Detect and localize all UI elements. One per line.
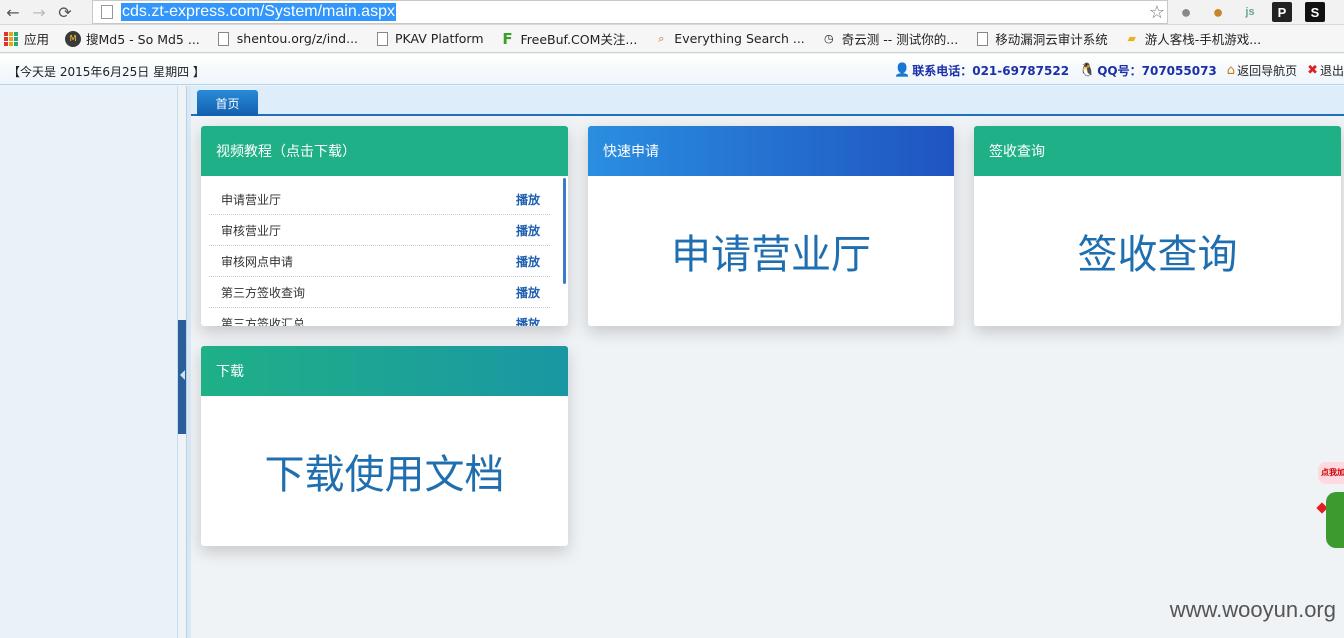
close-icon: ✖ (1307, 63, 1318, 78)
download-card: 下载 下载使用文档 (201, 346, 568, 546)
p-extension-icon[interactable]: P (1272, 2, 1292, 22)
bookmark-label: 应用 (24, 32, 50, 47)
clock-icon: ◷ (823, 32, 834, 45)
list-item: 申请营业厅 播放 (209, 184, 550, 215)
play-link[interactable]: 播放 (516, 222, 540, 239)
play-link[interactable]: 播放 (516, 284, 540, 301)
frame-gutter (186, 86, 191, 638)
page-icon (101, 5, 113, 19)
video-name: 审核营业厅 (221, 223, 282, 238)
bookmark-label: shentou.org/z/ind... (236, 31, 359, 46)
tab-strip: 首页 (191, 86, 1344, 116)
bookmark-label: 奇云测 -- 测试你的... (841, 32, 959, 47)
cactus-mascot-icon (1326, 492, 1344, 548)
list-item: 审核营业厅 播放 (209, 215, 550, 246)
bookmark-shentou[interactable]: shentou.org/z/ind... (216, 31, 358, 47)
forward-arrow-icon[interactable]: → (26, 0, 52, 24)
video-name: 申请营业厅 (221, 192, 282, 207)
apps-grid-icon (4, 31, 18, 46)
address-bar: ← → ⟳ cds.zt-express.com/System/main.asp… (0, 0, 1344, 25)
bookmark-everything[interactable]: ⌕ Everything Search ... (653, 31, 805, 47)
video-card-title: 视频教程（点击下载） (201, 126, 568, 176)
reload-icon[interactable]: ⟳ (52, 0, 78, 24)
cookie-extension-icon[interactable]: ● (1208, 2, 1228, 22)
bookmark-label: FreeBuf.COM关注... (520, 32, 638, 47)
bookmark-qiyunce[interactable]: ◷ 奇云测 -- 测试你的... (821, 29, 958, 48)
left-sidebar (0, 86, 178, 638)
video-tutorial-card: 视频教程（点击下载） 申请营业厅 播放 审核营业厅 播放 审核网点申请 播放 第… (201, 126, 568, 326)
bookmark-youren[interactable]: ▰ 游人客栈-手机游戏... (1124, 29, 1261, 48)
play-link[interactable]: 播放 (516, 253, 540, 270)
bookmark-label: 移动漏洞云审计系统 (995, 32, 1108, 47)
sign-query-link[interactable]: 签收查询 (974, 176, 1341, 326)
home-icon: ⌂ (1226, 63, 1236, 78)
quick-apply-card: 快速申请 申请营业厅 (588, 126, 954, 326)
bookmarks-bar: 应用 M 搜Md5 - So Md5 ... shentou.org/z/ind… (0, 25, 1344, 53)
list-item: 第三方签收汇总 播放 (209, 308, 550, 327)
url-input[interactable]: cds.zt-express.com/System/main.aspx ☆ (92, 0, 1168, 24)
mascot-sign: 点我加 (1318, 462, 1344, 484)
bookmark-freebuf[interactable]: F FreeBuf.COM关注... (500, 29, 638, 48)
current-date: 【今天是 2015年6月25日 星期四 】 (8, 65, 205, 79)
video-list[interactable]: 申请营业厅 播放 审核营业厅 播放 审核网点申请 播放 第三方签收查询 播放 第… (201, 176, 568, 326)
js-extension-icon[interactable]: js (1240, 2, 1260, 22)
bookmark-label: Everything Search ... (674, 31, 805, 46)
bookmark-label: 游人客栈-手机游戏... (1144, 32, 1262, 47)
url-text: cds.zt-express.com/System/main.aspx (121, 3, 396, 21)
download-title: 下载 (201, 346, 568, 396)
page-icon (374, 31, 390, 47)
phone-contact: 👤 联系电话：021-69787522 (894, 62, 1069, 79)
play-link[interactable]: 播放 (516, 315, 540, 327)
play-link[interactable]: 播放 (516, 191, 540, 208)
qq-contact: 🐧 QQ号：707055073 (1079, 62, 1217, 79)
back-nav-link[interactable]: ⌂ 返回导航页 (1227, 62, 1297, 79)
watermark: www.wooyun.org (1169, 597, 1336, 622)
qq-text: QQ号：707055073 (1097, 64, 1217, 78)
mascot-widget[interactable]: 点我加 (1316, 458, 1344, 548)
user-icon: 👤 (894, 63, 911, 78)
sign-query-title: 签收查询 (974, 126, 1341, 176)
sign-query-card: 签收查询 签收查询 (974, 126, 1341, 326)
bookmark-pkav[interactable]: PKAV Platform (374, 31, 484, 47)
video-name: 第三方签收汇总 (221, 316, 306, 327)
list-item: 审核网点申请 播放 (209, 246, 550, 277)
globe-extension-icon[interactable]: ● (1176, 2, 1196, 22)
bookmark-star-icon[interactable]: ☆ (1149, 2, 1165, 23)
list-item: 第三方签收查询 播放 (209, 277, 550, 308)
info-bar: 【今天是 2015年6月25日 星期四 】 👤 联系电话：021-6978752… (0, 54, 1344, 85)
back-arrow-icon[interactable]: ← (0, 0, 26, 24)
bookmark-somd5[interactable]: M 搜Md5 - So Md5 ... (65, 29, 200, 48)
qq-penguin-icon: 🐧 (1079, 63, 1096, 78)
collapse-arrow-icon[interactable] (180, 370, 185, 380)
tab-home[interactable]: 首页 (197, 90, 258, 116)
page-icon (974, 31, 990, 47)
quick-apply-title: 快速申请 (588, 126, 954, 176)
md5-icon: M (65, 30, 82, 47)
s-extension-icon[interactable]: S (1305, 2, 1325, 22)
freebuf-icon: F (502, 29, 513, 48)
list-scrollbar[interactable] (563, 178, 566, 284)
bookmark-apps[interactable]: 应用 (4, 29, 49, 48)
folder-icon: ▰ (1127, 32, 1136, 45)
page-icon (216, 31, 232, 47)
video-name: 第三方签收查询 (221, 285, 306, 300)
contact-links: 👤 联系电话：021-69787522 🐧 QQ号：707055073 ⌂ 返回… (894, 62, 1344, 79)
bookmark-vuln-audit[interactable]: 移动漏洞云审计系统 (974, 29, 1108, 48)
bookmark-label: 搜Md5 - So Md5 ... (86, 32, 200, 47)
logout-link[interactable]: ✖ 退出 (1307, 62, 1344, 79)
apply-hall-link[interactable]: 申请营业厅 (588, 176, 954, 326)
phone-text: 联系电话：021-69787522 (912, 64, 1070, 78)
bookmark-label: PKAV Platform (395, 31, 484, 46)
video-name: 审核网点申请 (221, 254, 294, 269)
search-icon: ⌕ (658, 31, 665, 45)
back-nav-text: 返回导航页 (1237, 64, 1298, 78)
logout-text: 退出 (1319, 64, 1344, 78)
download-doc-link[interactable]: 下载使用文档 (201, 396, 568, 546)
